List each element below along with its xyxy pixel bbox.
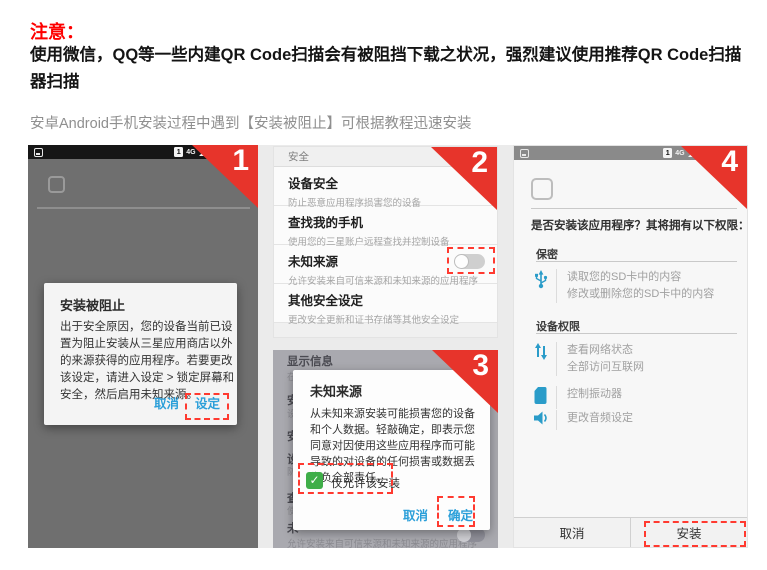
tutorial-subtitle: 安卓Android手机安装过程中遇到【安装被阻止】可根据教程迅速安装: [30, 112, 471, 133]
usb-storage-icon: [534, 269, 556, 303]
section-device-permissions: 设备权限: [536, 318, 580, 334]
section-privacy: 保密: [536, 246, 558, 262]
permission-row-vibration: 控制振动器: [534, 386, 622, 409]
dimmed-toggle: [458, 528, 485, 542]
divider: [37, 207, 250, 209]
highlight-ok-button: [437, 496, 475, 527]
screen-1-install-blocked: 1 4G 7 安装被阻止 出于安全原因，您的设备当前已设置为阻止安装从三星应用商…: [28, 145, 258, 548]
setting-row-find-my-phone[interactable]: 查找我的手机 使用您的三星账户远程查找并控制设备: [274, 206, 497, 245]
dimmed-bottom-line: 允许安装来自可信来源和未知来源的应用程序: [287, 536, 477, 548]
network-4g-icon: 4G: [186, 149, 195, 156]
app-icon-placeholder: [531, 178, 553, 200]
divider: [536, 261, 737, 262]
permission-line: 更改音频设定: [567, 410, 633, 427]
setting-subtitle: 允许安装来自可信来源和未知来源的应用程序: [288, 273, 483, 287]
screenshot-collage: 1 4G 7 安装被阻止 出于安全原因，您的设备当前已设置为阻止安装从三星应用商…: [28, 145, 748, 548]
dialog-title: 未知来源: [310, 381, 362, 400]
setting-row-other-security[interactable]: 其他安全设定 更改安全更新和证书存储等其他安全设定: [274, 284, 497, 323]
screen-3-unknown-sources-dialog: 显示信息 在 安 设 安 设 防 查 使 未 允许安装来自可信来源和未知来源的应…: [273, 350, 498, 548]
cancel-button[interactable]: 取消: [403, 505, 428, 524]
cancel-button[interactable]: 取消: [514, 518, 630, 547]
network-4g-icon: 4G: [675, 150, 684, 157]
permission-line: 全部访问互联网: [567, 359, 644, 376]
step-number: 2: [471, 146, 488, 180]
permission-row-sd: 读取您的SD卡中的内容 修改或删除您的SD卡中的内容: [534, 269, 714, 303]
setting-title: 查找我的手机: [288, 212, 483, 231]
highlight-settings-button: [185, 393, 229, 420]
sd-card-icon: [520, 149, 529, 158]
highlight-toggle: [447, 247, 495, 274]
audio-speaker-icon: [534, 410, 556, 430]
dialog-title: 安装被阻止: [60, 295, 125, 314]
notice-label: 注意：: [30, 18, 84, 44]
permission-line: 读取您的SD卡中的内容: [567, 269, 714, 286]
highlight-install-button: [644, 521, 746, 547]
cancel-button[interactable]: 取消: [154, 393, 179, 412]
warning-text: 使用微信，QQ等一些内建QR Code扫描会有被阻挡下载之状况，强烈建议使用推荐…: [30, 42, 742, 96]
permission-line: 查看网络状态: [567, 342, 644, 359]
dimmed-row-title: 显示信息: [287, 353, 333, 369]
install-question-title: 是否安装该应用程序？其将拥有以下权限：: [531, 217, 743, 233]
step-number: 1: [232, 145, 249, 178]
screen-4-install-permissions: 1 4G 7 是否安装该应用程序？其将拥有以下权限： 保密: [513, 145, 748, 548]
dialog-body: 出于安全原因，您的设备当前已设置为阻止安装从三星应用商店以外的来源获得的应用程序…: [60, 319, 236, 404]
permission-line: 控制振动器: [567, 386, 622, 403]
install-blocked-dialog: 安装被阻止 出于安全原因，您的设备当前已设置为阻止安装从三星应用商店以外的来源获…: [44, 283, 237, 425]
permission-line: 修改或删除您的SD卡中的内容: [567, 286, 714, 303]
vibration-icon: [534, 386, 556, 409]
highlight-checkbox: [298, 463, 393, 494]
network-arrows-icon: [534, 342, 556, 376]
setting-title: 设备安全: [288, 173, 483, 192]
permission-row-network: 查看网络状态 全部访问互联网: [534, 342, 644, 376]
sim-badge-icon: 1: [174, 147, 183, 157]
sim-badge-icon: 1: [663, 148, 672, 158]
unknown-sources-dialog: 未知来源 从未知来源安装可能损害您的设备和个人数据。轻敲确定，即表示您同意对因使…: [293, 370, 490, 530]
setting-subtitle: 更改安全更新和证书存储等其他安全设定: [288, 312, 483, 326]
permission-row-audio: 更改音频设定: [534, 410, 633, 430]
divider: [531, 208, 737, 209]
app-icon-placeholder: [48, 176, 65, 193]
divider: [536, 333, 737, 334]
step-number: 3: [472, 350, 489, 383]
screen-2-security-settings: 安全 设备安全 防止恶意应用程序损害您的设备 查找我的手机 使用您的三星账户远程…: [273, 146, 498, 338]
sd-card-icon: [34, 148, 43, 157]
step-number: 4: [721, 145, 738, 179]
setting-title: 其他安全设定: [288, 290, 483, 309]
